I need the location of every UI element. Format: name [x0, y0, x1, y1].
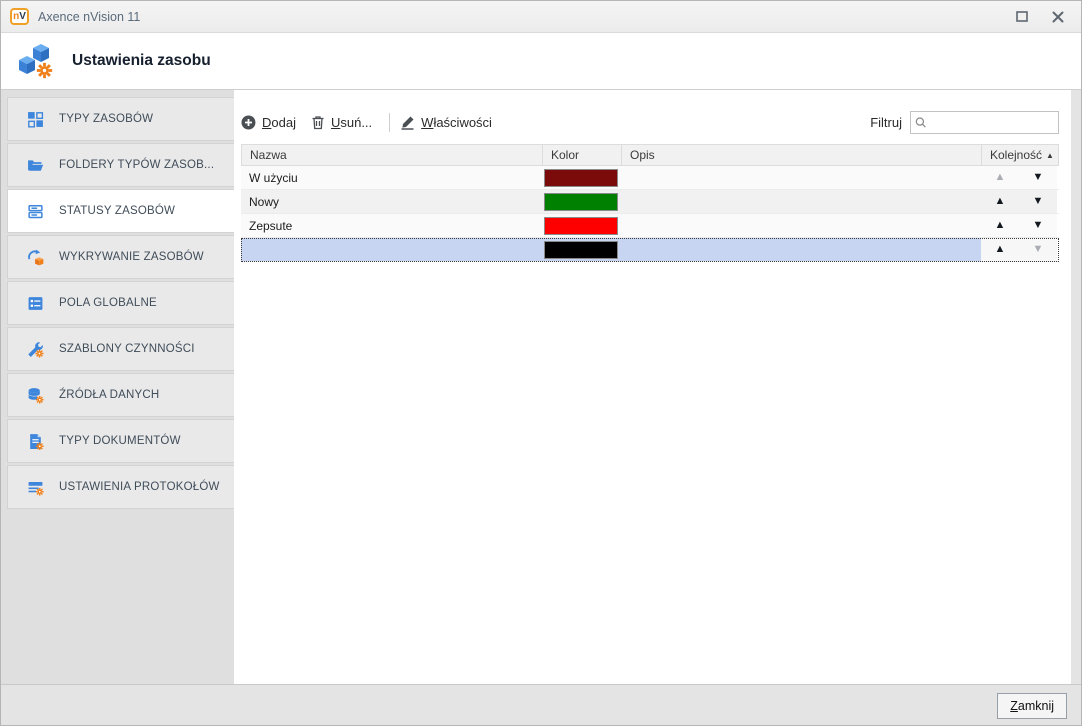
- filter-label: Filtruj: [870, 114, 902, 130]
- column-header-opis[interactable]: Opis: [622, 145, 982, 165]
- close-icon: [1052, 11, 1064, 22]
- table-row[interactable]: Zepsute ▲ ▼: [241, 214, 1059, 238]
- dialog-header: Ustawienia zasobu: [1, 33, 1081, 90]
- sidebar-item-label: ŹRÓDŁA DANYCH: [59, 389, 160, 401]
- status-description: [621, 190, 981, 213]
- move-up-button: ▲: [994, 171, 1006, 183]
- table-header: Nazwa Kolor Opis Kolejność ▲: [241, 144, 1059, 166]
- move-down-button[interactable]: ▼: [1027, 172, 1049, 183]
- move-down-button[interactable]: ▼: [1027, 220, 1049, 231]
- statuses-table: Nazwa Kolor Opis Kolejność ▲ W użyciu ▲ ▼…: [241, 144, 1059, 262]
- sidebar-item-label: USTAWIENIA PROTOKOŁÓW: [59, 481, 220, 493]
- sidebar-item-label: FOLDERY TYPÓW ZASOB...: [59, 159, 215, 171]
- sidebar-item-foldery-typow[interactable]: FOLDERY TYPÓW ZASOB...: [7, 143, 234, 187]
- sidebar-item-label: STATUSY ZASOBÓW: [59, 205, 176, 217]
- table-row[interactable]: W użyciu ▲ ▼: [241, 166, 1059, 190]
- trash-icon: [312, 115, 324, 129]
- status-name: [241, 238, 542, 261]
- wrench-gear-icon: [27, 341, 44, 358]
- titlebar: nV Axence nVision 11: [1, 1, 1081, 33]
- sidebar-item-statusy-zasobow[interactable]: STATUSY ZASOBÓW: [7, 189, 234, 233]
- sidebar-item-zrodla-danych[interactable]: ŹRÓDŁA DANYCH: [7, 373, 234, 417]
- move-up-button[interactable]: ▲: [989, 220, 1011, 231]
- status-description: [621, 166, 981, 189]
- move-up-button[interactable]: ▲: [989, 196, 1011, 207]
- sidebar-item-wykrywanie-zasobow[interactable]: WYKRYWANIE ZASOBÓW: [7, 235, 234, 279]
- remove-button[interactable]: Usuń...: [311, 115, 372, 130]
- properties-button[interactable]: Właściwości: [400, 115, 492, 130]
- status-description: [621, 214, 981, 237]
- page-title: Ustawienia zasobu: [72, 52, 211, 69]
- statuses-panel: Dodaj Usuń... Właściwości Filtruj Nazwa …: [234, 90, 1071, 684]
- document-gear-icon: [27, 433, 44, 450]
- column-header-nazwa[interactable]: Nazwa: [242, 145, 543, 165]
- color-swatch: [544, 240, 618, 259]
- status-name: W użyciu: [241, 166, 542, 189]
- add-icon: [241, 115, 256, 129]
- toolbar-separator: [389, 112, 391, 132]
- move-up-button[interactable]: ▲: [989, 244, 1011, 255]
- window-title: Axence nVision 11: [38, 9, 141, 24]
- sidebar-item-szablony-czynnosci[interactable]: SZABLONY CZYNNOŚCI: [7, 327, 234, 371]
- database-gear-icon: [27, 387, 44, 404]
- table-row-selected[interactable]: ▲ ▼: [241, 238, 1059, 262]
- protocol-gear-icon: [27, 479, 44, 496]
- resource-settings-icon: [19, 44, 53, 79]
- status-name: Nowy: [241, 190, 542, 213]
- filter-input[interactable]: [930, 115, 1055, 129]
- sidebar-item-label: WYKRYWANIE ZASOBÓW: [59, 251, 204, 263]
- close-button[interactable]: [1047, 6, 1069, 28]
- sidebar-item-label: TYPY DOKUMENTÓW: [59, 435, 181, 447]
- app-logo: nV: [10, 8, 29, 25]
- sidebar-item-typy-dokumentow[interactable]: TYPY DOKUMENTÓW: [7, 419, 234, 463]
- sidebar-item-label: POLA GLOBALNE: [59, 297, 157, 309]
- sidebar-item-label: SZABLONY CZYNNOŚCI: [59, 343, 195, 355]
- color-swatch: [544, 216, 618, 235]
- maximize-icon: [1016, 11, 1028, 22]
- color-swatch: [544, 168, 618, 187]
- maximize-button[interactable]: [1011, 6, 1033, 28]
- resource-settings-dialog: nV Axence nVision 11 Ustawienia zasobu T…: [0, 0, 1082, 726]
- dialog-footer: Zamknij: [1, 684, 1081, 725]
- sidebar-item-ustawienia-protokolow[interactable]: USTAWIENIA PROTOKOŁÓW: [7, 465, 234, 509]
- status-description: [621, 238, 981, 261]
- color-swatch: [544, 192, 618, 211]
- sidebar-item-pola-globalne[interactable]: POLA GLOBALNE: [7, 281, 234, 325]
- table-row[interactable]: Nowy ▲ ▼: [241, 190, 1059, 214]
- folder-icon: [27, 157, 44, 174]
- discovery-icon: [27, 249, 44, 266]
- pencil-icon: [401, 116, 414, 130]
- status-name: Zepsute: [241, 214, 542, 237]
- search-icon: [915, 116, 926, 127]
- column-header-kolor[interactable]: Kolor: [543, 145, 622, 165]
- settings-sidebar: TYPY ZASOBÓW FOLDERY TYPÓW ZASOB... STAT…: [1, 90, 234, 684]
- move-down-button: ▼: [1032, 243, 1044, 255]
- status-list-icon: [27, 203, 44, 220]
- close-dialog-button[interactable]: Zamknij: [997, 692, 1067, 719]
- column-header-kolejnosc[interactable]: Kolejność ▲: [982, 145, 1058, 165]
- global-fields-icon: [27, 295, 44, 312]
- sidebar-item-typy-zasobow[interactable]: TYPY ZASOBÓW: [7, 97, 234, 141]
- sort-asc-icon: ▲: [1046, 150, 1054, 160]
- grid-icon: [27, 111, 44, 128]
- add-button[interactable]: Dodaj: [241, 115, 296, 130]
- sidebar-item-label: TYPY ZASOBÓW: [59, 113, 154, 125]
- move-down-button[interactable]: ▼: [1027, 196, 1049, 207]
- table-toolbar: Dodaj Usuń... Właściwości Filtruj: [241, 110, 1059, 134]
- filter-input-box: [910, 110, 1059, 134]
